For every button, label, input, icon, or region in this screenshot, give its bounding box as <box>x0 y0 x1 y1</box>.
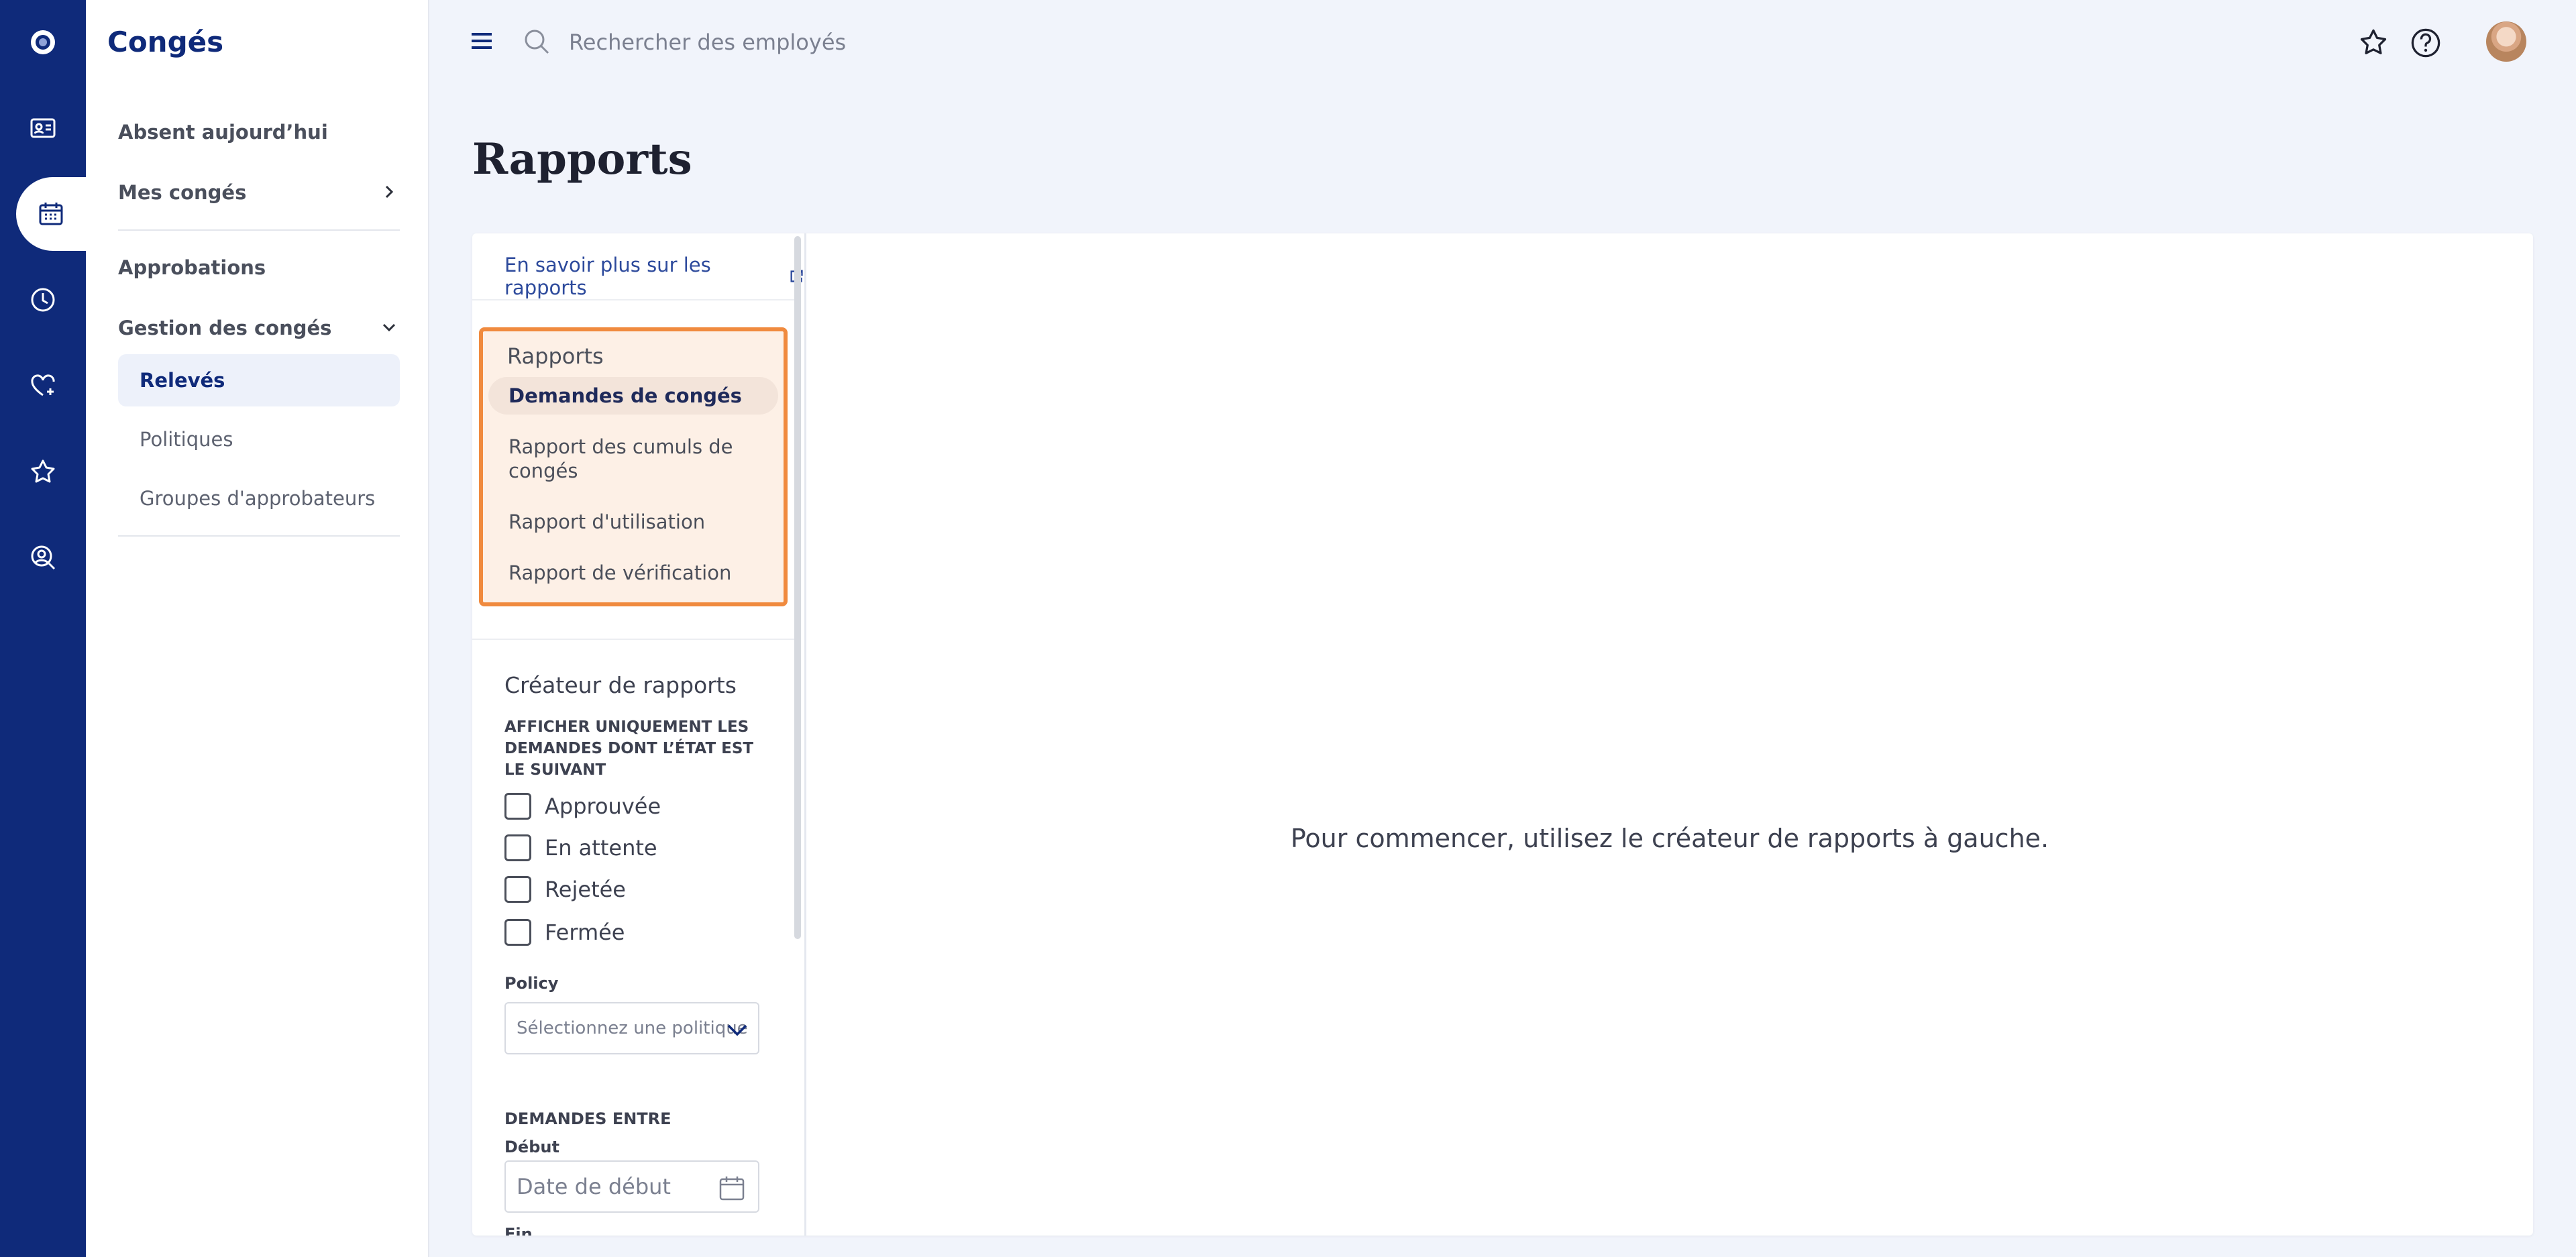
policy-select-value: Sélectionnez une politique <box>517 1018 748 1038</box>
start-date-label: Début <box>504 1138 559 1156</box>
reports-list: Rapports Demandes de congés Rapport des … <box>479 327 788 606</box>
report-item-leave-requests[interactable]: Demandes de congés <box>488 377 778 415</box>
chevron-down-icon <box>727 1024 747 1036</box>
report-panel: En savoir plus sur les rapports Rapports… <box>472 233 2533 1236</box>
divider <box>472 639 794 640</box>
sidebar-divider <box>118 535 400 537</box>
checkbox[interactable] <box>504 876 531 903</box>
leave-sidebar: Congés Absent aujourd’hui Mes congés App… <box>86 0 429 1257</box>
person-search-icon[interactable] <box>0 521 86 594</box>
checkbox[interactable] <box>504 919 531 946</box>
clock-icon[interactable] <box>0 263 86 337</box>
status-approved[interactable]: Approuvée <box>504 793 661 820</box>
sidebar-item-my-leave[interactable]: Mes congés <box>118 181 246 204</box>
calendar-icon[interactable] <box>16 177 86 251</box>
end-date-label: Fin <box>504 1225 533 1236</box>
logo-icon[interactable] <box>0 5 86 79</box>
sidebar-item-policies[interactable]: Politiques <box>118 413 400 466</box>
search-input[interactable]: Rechercher des employés <box>569 30 846 55</box>
scrollbar[interactable] <box>794 236 801 939</box>
search-icon <box>525 30 549 54</box>
chevron-down-icon[interactable] <box>381 319 397 335</box>
policy-label: Policy <box>504 974 559 993</box>
report-item-accruals[interactable]: Rapport des cumuls de congés <box>488 428 778 490</box>
page-title: Rapports <box>472 134 692 184</box>
id-card-icon[interactable] <box>0 91 86 165</box>
builder-heading: Créateur de rapports <box>504 672 737 698</box>
sidebar-item-absent-today[interactable]: Absent aujourd’hui <box>118 121 328 144</box>
menu-icon[interactable] <box>470 31 494 51</box>
chevron-right-icon[interactable] <box>381 184 397 200</box>
sidebar-item-statements[interactable]: Relevés <box>118 354 400 406</box>
status-closed[interactable]: Fermée <box>504 919 625 946</box>
empty-state-message: Pour commencer, utilisez le créateur de … <box>1290 824 2049 853</box>
status-rejected[interactable]: Rejetée <box>504 876 626 903</box>
date-range-label: DEMANDES ENTRE <box>504 1109 672 1128</box>
start-date-placeholder: Date de début <box>517 1174 671 1199</box>
divider <box>472 299 794 300</box>
checkbox[interactable] <box>504 834 531 861</box>
sidebar-item-approver-groups[interactable]: Groupes d'approbateurs <box>118 472 400 525</box>
status-filter-label: AFFICHER UNIQUEMENT LES DEMANDES DONT L’… <box>504 718 754 779</box>
app-rail <box>0 0 86 1257</box>
checkbox-label: Fermée <box>545 920 625 945</box>
app-title: Congés <box>107 25 224 58</box>
report-builder-column: En savoir plus sur les rapports Rapports… <box>472 233 806 1236</box>
favorites-star-icon[interactable] <box>2357 27 2390 59</box>
sidebar-item-leave-management[interactable]: Gestion des congés <box>118 317 331 339</box>
help-icon[interactable] <box>2410 27 2442 59</box>
report-item-audit[interactable]: Rapport de vérification <box>488 554 778 592</box>
calendar-icon[interactable] <box>718 1174 746 1202</box>
policy-select[interactable]: Sélectionnez une politique <box>504 1002 759 1054</box>
reports-heading: Rapports <box>507 343 604 369</box>
heart-plus-icon[interactable] <box>0 349 86 423</box>
checkbox[interactable] <box>504 793 531 820</box>
learn-more-label: En savoir plus sur les rapports <box>504 254 711 299</box>
checkbox-label: Approuvée <box>545 794 661 819</box>
star-icon[interactable] <box>0 435 86 508</box>
sidebar-divider <box>118 229 400 231</box>
status-pending[interactable]: En attente <box>504 834 657 861</box>
report-item-usage[interactable]: Rapport d'utilisation <box>488 503 778 541</box>
checkbox-label: Rejetée <box>545 877 626 902</box>
start-date-input[interactable]: Date de début <box>504 1160 759 1213</box>
checkbox-label: En attente <box>545 835 657 861</box>
avatar[interactable] <box>2486 21 2526 62</box>
sidebar-item-approvals[interactable]: Approbations <box>118 256 266 279</box>
learn-more-link[interactable]: En savoir plus sur les rapports <box>504 254 804 299</box>
